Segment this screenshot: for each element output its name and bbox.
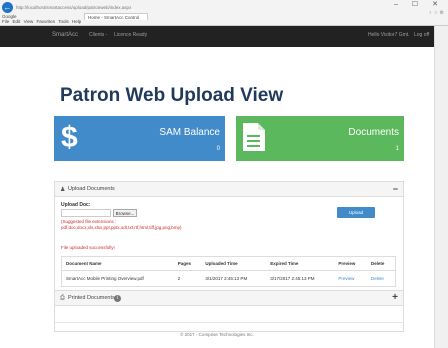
back-arrow-icon[interactable]: ← xyxy=(2,2,13,13)
menu-help[interactable]: Help xyxy=(72,19,81,24)
upload-panel-title: Upload Documents xyxy=(68,186,115,192)
footer-copyright: © 2017 - Comprise Technologies Inc. xyxy=(180,332,254,337)
preview-link[interactable]: Preview xyxy=(334,271,367,287)
menu-file[interactable]: File xyxy=(2,19,9,24)
sam-balance-value: 0 xyxy=(216,146,220,152)
suggested-extensions-line2: pdf,doc,docx,xls,xlsx,ppt,pptx,odt,txt,r… xyxy=(61,225,182,230)
info-icon: i xyxy=(114,295,121,302)
col-preview: Preview xyxy=(334,257,367,271)
document-icon xyxy=(243,123,265,151)
cell-expired-time: 3/17/2017 2:45:13 PM xyxy=(270,276,315,281)
delete-link[interactable]: Delete xyxy=(367,271,395,287)
col-document-name: Document Name xyxy=(62,257,174,271)
browser-toolbar-icons[interactable]: ♀ ☆ ⚙ xyxy=(429,10,445,16)
nav-user-greeting[interactable]: Hello Visitor7 Gmt. xyxy=(368,32,410,38)
col-pages: Pages xyxy=(173,257,202,271)
nav-licence-ready[interactable]: Licence Ready xyxy=(114,32,147,38)
cell-pages: 2 xyxy=(177,276,181,281)
table-header-row: Document Name Pages Uploaded Time Expire… xyxy=(62,257,395,271)
upload-documents-panel: ♟ Upload Documents − Upload Doc: Browse.… xyxy=(54,181,404,332)
menu-edit[interactable]: Edit xyxy=(13,19,21,24)
printed-documents-panel[interactable]: ⎙ Printed Documents i + xyxy=(54,290,404,306)
menu-tools[interactable]: Tools xyxy=(58,19,69,24)
browser-menubar: File Edit View Favorites Tools Help xyxy=(2,19,81,24)
upload-button[interactable]: Upload xyxy=(337,207,375,218)
col-expired-time: Expired Time xyxy=(266,257,335,271)
upload-panel-header[interactable]: ♟ Upload Documents − xyxy=(55,182,403,197)
file-path-input[interactable] xyxy=(61,209,111,217)
page-title: Patron Web Upload View xyxy=(60,85,284,106)
upload-doc-label: Upload Doc: xyxy=(61,202,91,208)
footer-divider xyxy=(54,322,404,323)
tab-home[interactable]: Home - SmartAcc Control xyxy=(84,13,149,20)
documents-card: Documents 1 xyxy=(236,116,404,161)
col-delete: Delete xyxy=(366,257,395,271)
suggested-extensions: (Suggested file extensions : pdf,doc,doc… xyxy=(61,219,181,231)
browse-button[interactable]: Browse... xyxy=(113,209,137,217)
dollar-icon: $ xyxy=(61,121,78,154)
upload-success-message: File uploaded successfully! xyxy=(61,245,115,250)
menu-favorites[interactable]: Favorites xyxy=(37,19,56,24)
printed-panel-title: Printed Documents xyxy=(68,295,115,301)
nav-clients[interactable]: Clients - xyxy=(89,32,107,38)
menu-view[interactable]: View xyxy=(24,19,34,24)
printer-icon: ⎙ xyxy=(60,295,65,301)
user-icon: ♟ xyxy=(60,187,66,193)
documents-table: Document Name Pages Uploaded Time Expire… xyxy=(61,256,396,287)
expand-icon[interactable]: + xyxy=(392,292,398,303)
documents-label: Documents xyxy=(348,127,399,138)
collapse-icon[interactable]: − xyxy=(393,184,398,194)
documents-value: 1 xyxy=(395,146,399,152)
page-scrollbar[interactable] xyxy=(434,26,448,348)
window-controls[interactable]: – ☐ ✕ xyxy=(394,0,444,8)
browser-chrome: ← http://localhost/smartaccess/upload/pa… xyxy=(0,0,448,26)
sam-balance-card: $ SAM Balance 0 xyxy=(54,116,225,161)
address-bar[interactable]: http://localhost/smartaccess/upload/patr… xyxy=(16,3,196,12)
cell-document-name: SmartAcc Mobile Printing Overview.pdf xyxy=(66,276,144,281)
sam-balance-label: SAM Balance xyxy=(159,127,220,138)
site-navbar: SmartAcc Clients - Licence Ready Hello V… xyxy=(0,26,434,47)
table-row: SmartAcc Mobile Printing Overview.pdf 2 … xyxy=(62,271,395,287)
nav-log-off[interactable]: Log off xyxy=(414,32,429,38)
col-uploaded-time: Uploaded Time xyxy=(201,257,267,271)
brand-link[interactable]: SmartAcc xyxy=(52,32,78,38)
cell-uploaded-time: 3/1/2017 2:45:13 PM xyxy=(205,276,248,281)
